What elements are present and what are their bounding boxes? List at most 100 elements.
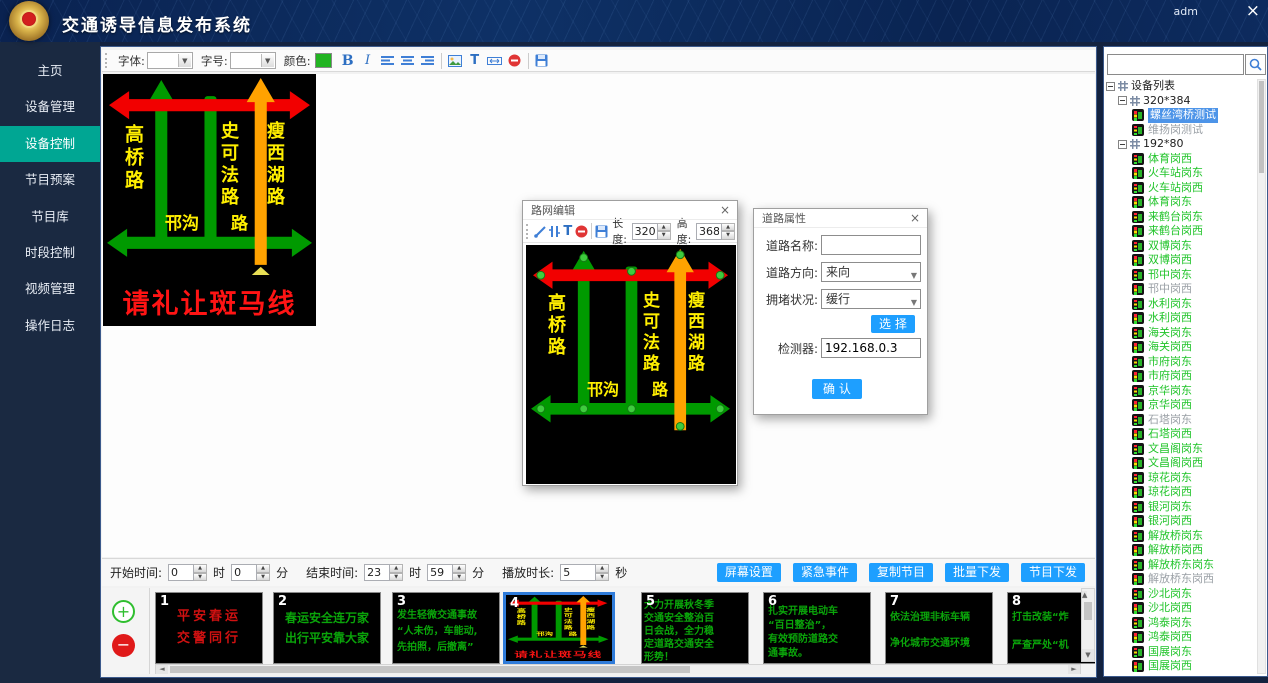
length-up-icon[interactable]: ▲ <box>658 223 671 232</box>
thumbnail-1[interactable]: 1 平安春运 交警同行 <box>155 592 263 664</box>
thumbnail-6[interactable]: 6 扎实开展电动车 “百日整治”， 有效预防道路交 通事故。 <box>763 592 871 664</box>
tree-device-row[interactable]: 市府岗东 <box>1106 355 1256 370</box>
sidebar-item-device-control[interactable]: 设备控制 <box>0 126 100 162</box>
tree-device-row[interactable]: 螺丝湾桥测试 <box>1106 108 1256 123</box>
tree-root-row[interactable]: 设备列表 <box>1106 79 1256 94</box>
select-detector-button[interactable]: 选 择 <box>871 315 915 333</box>
end-minute-input[interactable] <box>427 564 453 581</box>
spin-up-icon[interactable]: ▲ <box>194 564 207 573</box>
detector-input[interactable] <box>821 338 921 358</box>
tree-scrollbar[interactable] <box>1257 79 1266 674</box>
road-direction-select[interactable]: 来向▼ <box>821 262 921 282</box>
editor-delete-icon[interactable] <box>575 222 589 240</box>
start-minute-input[interactable] <box>231 564 257 581</box>
thumbnail-4-selected[interactable]: 4 高桥路 史可法路 瘦西湖路 邗沟 路 请礼让斑马线 <box>503 592 615 664</box>
spin-down-icon[interactable]: ▼ <box>596 573 609 582</box>
thumbnail-5[interactable]: 5 大力开展秋冬季 交通安全整治百 日会战，全力稳 定道路交通安全 形势！ <box>641 592 749 664</box>
sidebar-item-home[interactable]: 主页 <box>0 53 100 89</box>
color-swatch[interactable] <box>315 53 332 68</box>
scrollbar-thumb[interactable] <box>1084 602 1092 620</box>
tree-device-row[interactable]: 海关岗西 <box>1106 340 1256 355</box>
tree-device-row[interactable]: 琼花岗西 <box>1106 485 1256 500</box>
tree-device-row[interactable]: 国展岗西 <box>1106 659 1256 674</box>
tree-device-row[interactable]: 琼花岗东 <box>1106 471 1256 486</box>
font-size-select[interactable]: ▼ <box>230 52 276 69</box>
collapse-icon[interactable] <box>1118 96 1127 105</box>
tree-device-row[interactable]: 邗中岗西 <box>1106 282 1256 297</box>
tree-device-row[interactable]: 京华岗东 <box>1106 384 1256 399</box>
editor-text-tool-icon[interactable]: T <box>561 222 575 240</box>
thumbnail-3[interactable]: 3 发生轻微交通事故 “人未伤，车能动, 先拍照，后撤离” <box>392 592 500 664</box>
spin-up-icon[interactable]: ▲ <box>257 564 270 573</box>
device-search-input[interactable] <box>1107 54 1244 75</box>
spin-down-icon[interactable]: ▼ <box>453 573 466 582</box>
end-hour-input[interactable] <box>364 564 390 581</box>
spin-up-icon[interactable]: ▲ <box>453 564 466 573</box>
tree-device-row[interactable]: 鸿泰岗西 <box>1106 630 1256 645</box>
tree-device-row[interactable]: 银河岗东 <box>1106 500 1256 515</box>
image-icon[interactable] <box>445 52 465 70</box>
tree-device-row[interactable]: 解放桥岗东 <box>1106 529 1256 544</box>
tree-device-row[interactable]: 邗中岗东 <box>1106 268 1256 283</box>
duration-input[interactable] <box>560 564 596 581</box>
tree-device-row[interactable]: 体育岗西 <box>1106 152 1256 167</box>
scroll-right-icon[interactable]: ► <box>1068 665 1080 674</box>
search-button[interactable] <box>1245 54 1266 75</box>
tree-device-row[interactable]: 解放桥东岗西 <box>1106 572 1256 587</box>
spin-down-icon[interactable]: ▼ <box>390 573 403 582</box>
font-select[interactable]: ▼ <box>147 52 193 69</box>
scroll-left-icon[interactable]: ◄ <box>156 665 168 674</box>
bold-icon[interactable]: B <box>338 52 358 70</box>
scroll-up-icon[interactable]: ▲ <box>1082 591 1087 599</box>
tree-device-row[interactable]: 解放桥岗西 <box>1106 543 1256 558</box>
sidebar-item-schedule-control[interactable]: 时段控制 <box>0 235 100 271</box>
tree-device-row[interactable]: 沙北岗东 <box>1106 587 1256 602</box>
tree-device-row[interactable]: 石塔岗西 <box>1106 427 1256 442</box>
road-name-input[interactable] <box>821 235 921 255</box>
align-center-icon[interactable] <box>398 52 418 70</box>
copy-program-button[interactable]: 复制节目 <box>869 563 933 582</box>
tree-device-row[interactable]: 鸿泰岗东 <box>1106 616 1256 631</box>
tree-device-row[interactable]: 国展岗东 <box>1106 645 1256 660</box>
tree-device-row[interactable]: 水利岗东 <box>1106 297 1256 312</box>
tree-device-row[interactable]: 海关岗东 <box>1106 326 1256 341</box>
tree-group-row[interactable]: 192*80 <box>1106 137 1256 152</box>
tree-device-row[interactable]: 火车站岗东 <box>1106 166 1256 181</box>
delete-stop-icon[interactable] <box>505 52 525 70</box>
screen-settings-button[interactable]: 屏幕设置 <box>717 563 781 582</box>
spin-up-icon[interactable]: ▲ <box>596 564 609 573</box>
tree-device-row[interactable]: 双博岗东 <box>1106 239 1256 254</box>
collapse-icon[interactable] <box>1106 82 1115 91</box>
height-up-icon[interactable]: ▲ <box>722 223 735 232</box>
sidebar-item-video-mgmt[interactable]: 视频管理 <box>0 271 100 307</box>
tree-device-row[interactable]: 双博岗西 <box>1106 253 1256 268</box>
spin-up-icon[interactable]: ▲ <box>390 564 403 573</box>
thumbnail-7[interactable]: 7 依法治理非标车辆 净化城市交通环境 <box>885 592 993 664</box>
scrollbar-thumb[interactable] <box>1259 81 1264 173</box>
properties-close-icon[interactable]: × <box>910 209 920 228</box>
congestion-select[interactable]: 缓行▼ <box>821 289 921 309</box>
crossing-icon[interactable] <box>548 222 562 240</box>
tree-device-row[interactable]: 来鹤台岗东 <box>1106 210 1256 225</box>
emergency-event-button[interactable]: 紧急事件 <box>793 563 857 582</box>
length-down-icon[interactable]: ▼ <box>658 231 671 240</box>
scroll-down-icon[interactable]: ▼ <box>1082 649 1094 661</box>
program-canvas[interactable]: 高桥路 史可法路 瘦西湖路 邗沟 路 请礼让斑马线 路网编辑 × T 长度: <box>102 74 1095 557</box>
editor-canvas[interactable]: 高桥路 史可法路 瘦西湖路 邗沟 路 <box>526 245 736 484</box>
thumbnail-vertical-scrollbar[interactable]: ▲ ▼ <box>1081 588 1095 662</box>
confirm-button[interactable]: 确 认 <box>812 379 862 399</box>
collapse-icon[interactable] <box>1118 140 1127 149</box>
add-page-icon[interactable]: + <box>112 600 135 623</box>
tree-device-row[interactable]: 市府岗西 <box>1106 369 1256 384</box>
text-tool-icon[interactable]: T <box>465 52 485 70</box>
editor-close-icon[interactable]: × <box>720 201 730 220</box>
tree-device-row[interactable]: 文昌阁岗东 <box>1106 442 1256 457</box>
marquee-icon[interactable] <box>485 52 505 70</box>
tree-device-row[interactable]: 京华岗西 <box>1106 398 1256 413</box>
program-send-button[interactable]: 节目下发 <box>1021 563 1085 582</box>
sidebar-item-program-plan[interactable]: 节目预案 <box>0 162 100 198</box>
italic-icon[interactable]: I <box>358 52 378 70</box>
tree-device-row[interactable]: 文昌阁岗西 <box>1106 456 1256 471</box>
height-input[interactable] <box>696 223 722 240</box>
scrollbar-thumb[interactable] <box>170 666 690 673</box>
